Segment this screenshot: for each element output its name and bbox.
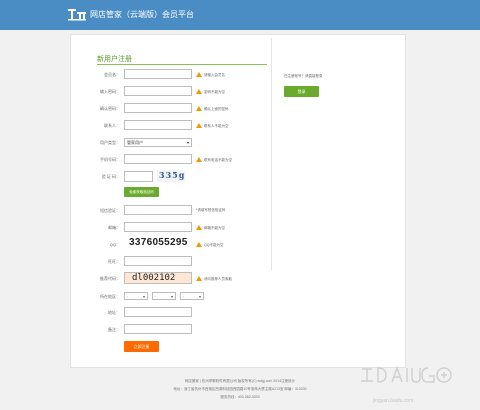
row-recommend-code: 推荐代码： dl002102 请向推荐人员索取 [0,272,480,284]
row-user-type: 用户类型： 管家用户 ▾ [0,138,480,149]
contact-label: 联系人： [104,123,120,128]
wangwang-label: 旺旺： [108,259,120,264]
phone-input[interactable] [124,154,192,164]
warning-icon [196,106,202,111]
address-label: 地址： [108,310,120,315]
chevron-down-icon: ▾ [198,294,201,299]
warning-icon [196,225,202,230]
wdgj-logo-icon [68,9,86,21]
site-title: 网店管家（云端版）会员平台 [90,10,194,19]
form-title: 新用户注册 [97,56,132,63]
chevron-down-icon: ▾ [170,294,173,299]
confirm-password-label: 确认密码： [100,106,120,111]
watermark-text: jingyan.baidu.com [373,398,414,404]
row-contact: 联系人： 联系人不能为空 [0,120,480,131]
warning-icon [196,89,202,94]
chevron-down-icon: ▾ [142,294,145,299]
qq-value[interactable]: 3376055295 [129,237,188,248]
captcha-image[interactable]: 335g [157,170,185,182]
confirm-password-hint: 确认上面的密码 [196,106,229,112]
warning-icon [196,72,202,77]
wangwang-input[interactable] [124,256,192,266]
row-region: 所在地区： - ▾ - ▾ - ▾ [0,292,480,303]
region-label: 所在地区： [100,294,120,299]
recommend-code-label: 推荐代码： [100,276,120,281]
captcha-input[interactable] [124,171,153,182]
row-email: 邮箱： 邮箱不能为空 [0,222,480,233]
row-remark: 备注： [0,324,480,335]
row-confirm-password: 确认密码： 确认上面的密码 [0,103,480,114]
top-header-bar: 网店管家（云端版）会员平台 [0,0,480,30]
user-type-selected: 管家用户 [127,140,143,145]
qq-label: QQ： [109,242,120,247]
warning-icon [196,276,202,281]
district-select[interactable]: - ▾ [180,292,204,300]
warning-icon [196,123,202,128]
sms-code-input[interactable] [124,205,192,215]
sms-code-label: 短信验证： [100,208,120,213]
contact-hint: 联系人不能为空 [196,123,229,129]
title-underline [97,64,267,65]
confirm-password-input[interactable] [124,103,192,113]
already-registered-text: 已注册账号？请直接登录 [284,74,323,78]
login-button[interactable]: 登录 [284,86,319,97]
email-label: 邮箱： [108,225,120,230]
row-phone: 手机号码： 联系电话不能为空 [0,154,480,165]
sms-code-hint: *请填写短信验证码 [196,208,226,212]
user-type-select[interactable]: 管家用户 ▾ [124,138,192,147]
password-label: 输入密码： [100,89,120,94]
member-name-label: 会员名： [104,72,120,77]
province-select[interactable]: - ▾ [124,292,148,300]
register-submit-button[interactable]: 立即注册 [124,341,159,352]
row-sms-code: 短信验证： *请填写短信验证码 [0,205,480,216]
baidu-jingyan-logo [361,365,452,383]
row-wangwang: 旺旺： [0,256,480,267]
recommend-code-input[interactable]: dl002102 [124,272,192,284]
row-member-name: 会员名： 请输入会员名 [0,69,480,80]
chevron-down-icon: ▾ [186,140,189,145]
row-address: 地址： [0,307,480,318]
member-name-input[interactable] [124,69,192,79]
captcha-label: 验 证 码： [101,174,120,179]
remark-label: 备注： [108,327,120,332]
remark-input[interactable] [124,324,192,334]
member-name-hint: 请输入会员名 [196,72,225,78]
row-captcha: 验 证 码： 335g [0,170,480,182]
password-hint: 密码不能为空 [196,89,225,95]
address-input[interactable] [124,307,192,317]
contact-input[interactable] [124,120,192,130]
city-select[interactable]: - ▾ [152,292,176,300]
row-qq: QQ： 3376055295 QQ不能为空 [0,237,480,250]
user-type-label: 用户类型： [100,140,120,145]
phone-hint: 联系电话不能为空 [196,157,232,163]
email-hint: 邮箱不能为空 [196,225,225,231]
warning-icon [196,157,202,162]
warning-icon [196,242,202,247]
phone-label: 手机号码： [100,157,120,162]
get-sms-code-button[interactable]: 免费获取验证码 [124,187,159,197]
recommend-code-hint: 请向推荐人员索取 [196,276,232,282]
password-input[interactable] [124,86,192,96]
email-input[interactable] [124,222,192,232]
qq-hint: QQ不能为空 [196,242,223,248]
row-password: 输入密码： 密码不能为空 [0,86,480,97]
